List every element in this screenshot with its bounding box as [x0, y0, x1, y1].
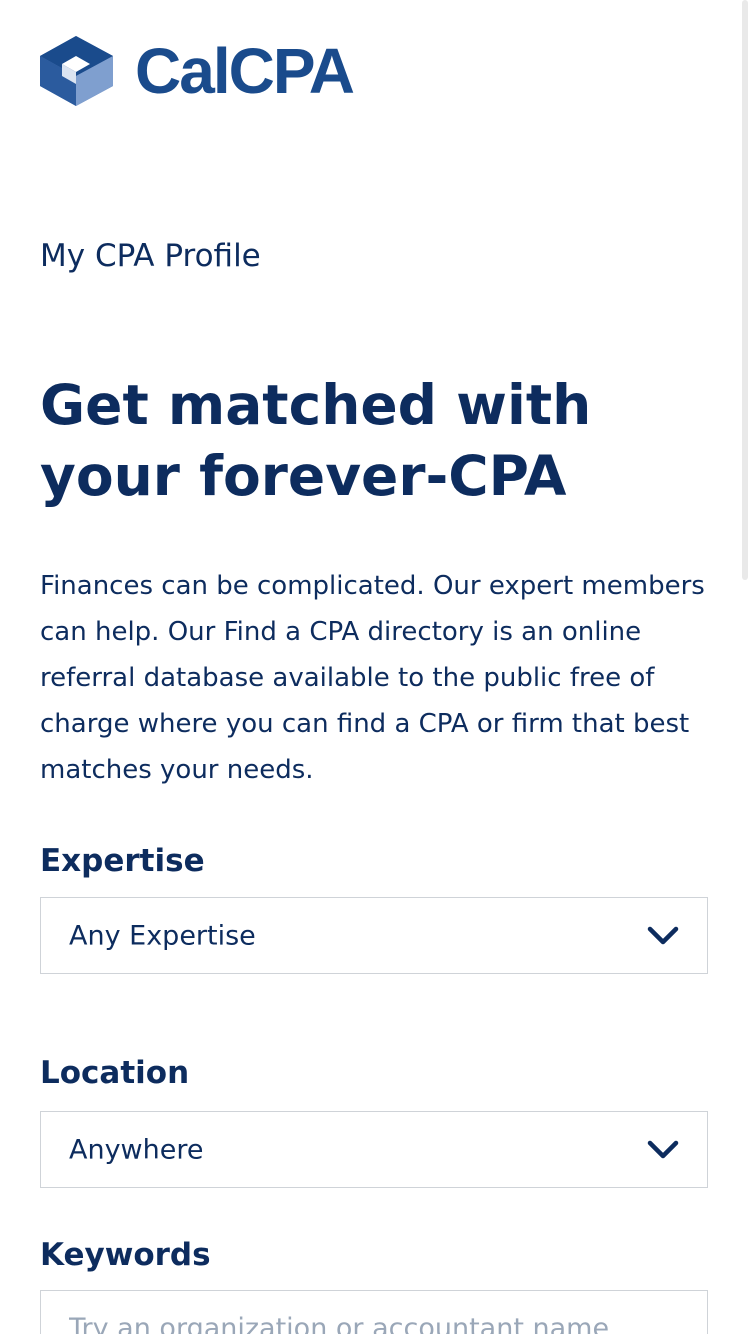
scrollbar-thumb[interactable] [742, 0, 748, 580]
page-headline: Get matched with your forever-CPA [40, 373, 592, 508]
expertise-select-value: Any Expertise [69, 920, 256, 951]
scrollbar[interactable] [740, 0, 750, 1334]
page-subtitle: My CPA Profile [40, 238, 261, 274]
page: CalCPA My CPA Profile Get matched with y… [0, 0, 750, 1334]
location-select[interactable]: Anywhere [40, 1111, 708, 1188]
expertise-label: Expertise [40, 843, 205, 879]
location-select-value: Anywhere [69, 1134, 204, 1165]
chevron-down-icon [647, 1140, 679, 1158]
keywords-input[interactable] [40, 1290, 708, 1334]
location-label: Location [40, 1055, 190, 1091]
intro-paragraph: Finances can be complicated. Our expert … [40, 571, 705, 785]
chevron-down-icon [647, 926, 679, 944]
calcpa-logo-link[interactable]: CalCPA [40, 35, 355, 107]
calcpa-logo-mark-icon [40, 36, 113, 106]
expertise-select[interactable]: Any Expertise [40, 897, 708, 974]
calcpa-logo-text: CalCPA [135, 35, 355, 107]
keywords-label: Keywords [40, 1237, 211, 1273]
